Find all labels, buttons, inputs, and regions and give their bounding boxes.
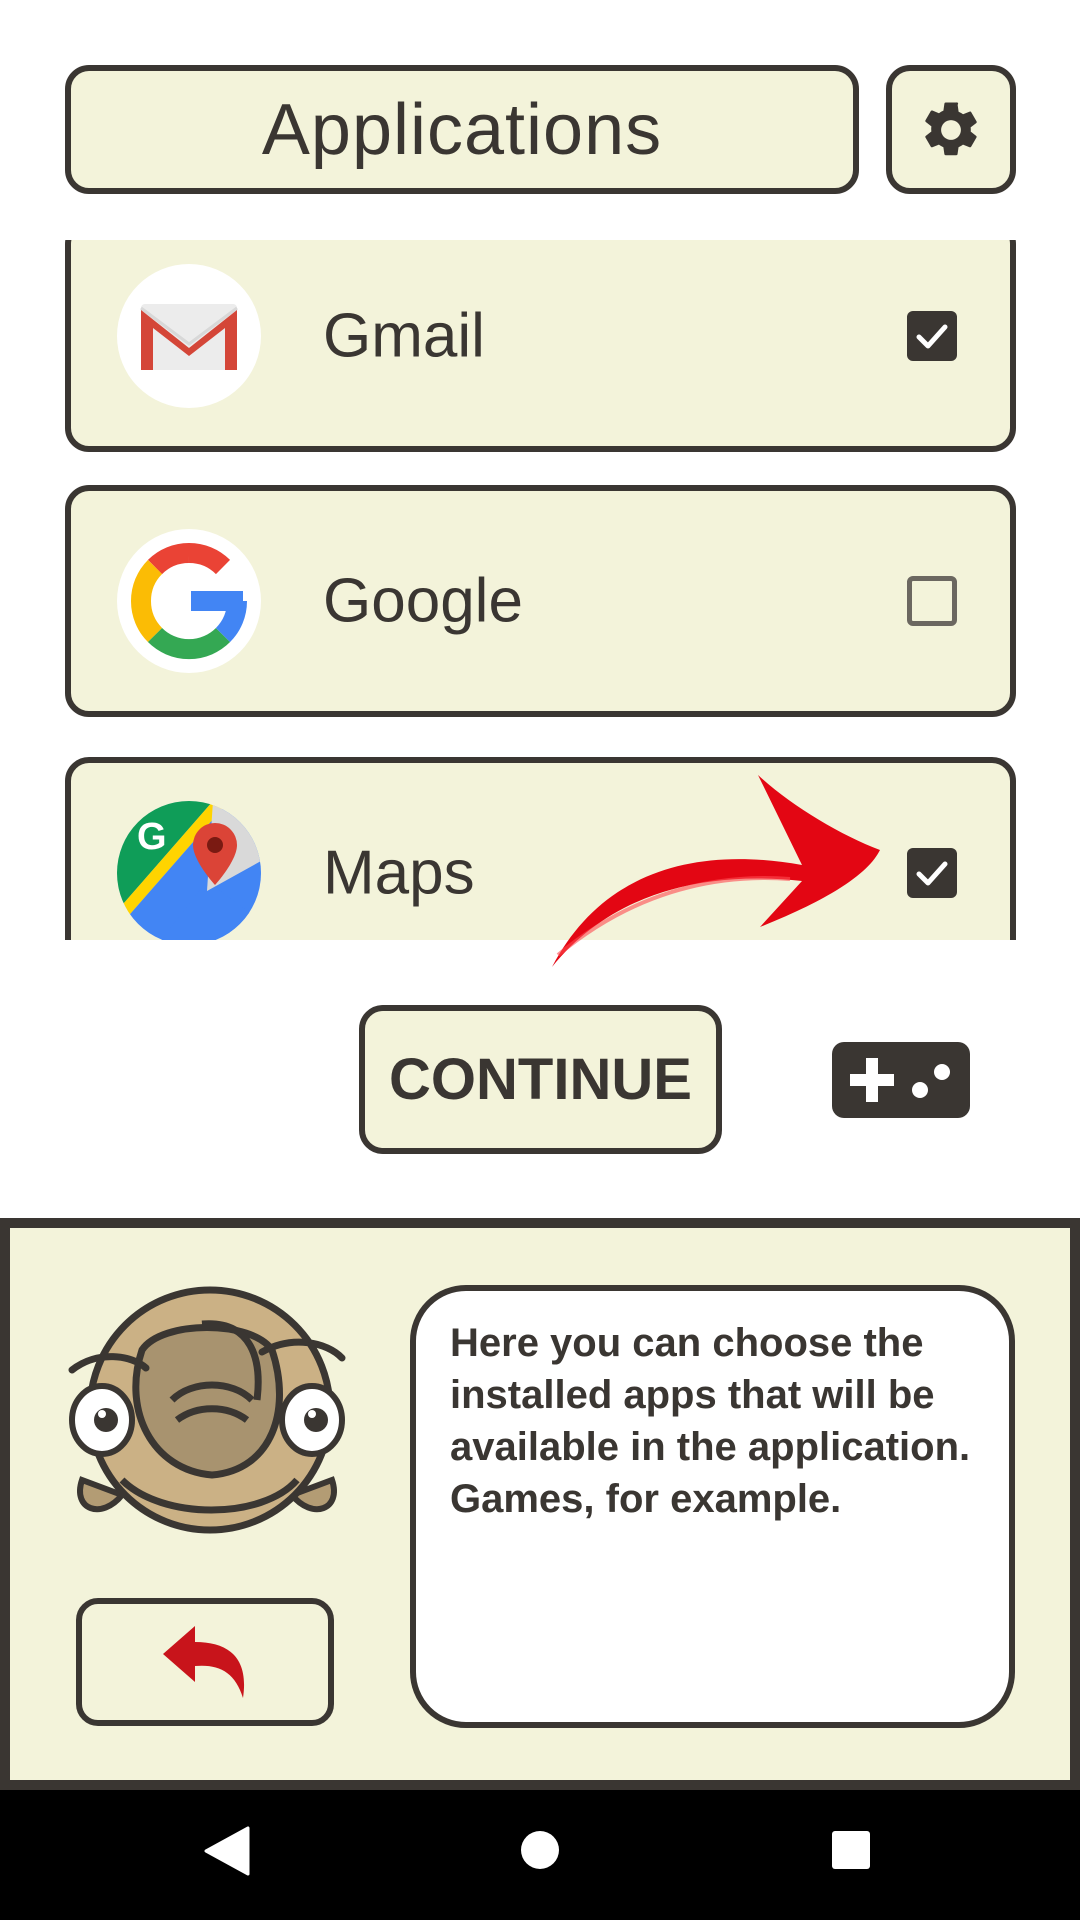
app-checkbox-maps[interactable] <box>907 848 957 898</box>
navigation-bar <box>0 1790 1080 1920</box>
nav-back-icon[interactable] <box>204 1826 250 1876</box>
gmail-icon <box>117 264 261 408</box>
app-row-google[interactable]: Google <box>65 485 1016 717</box>
gamepad-icon <box>832 1042 970 1118</box>
gamepad-button[interactable] <box>832 1042 970 1118</box>
app-name: Google <box>323 566 523 636</box>
mascot-image <box>68 1286 346 1534</box>
check-icon <box>916 861 948 886</box>
hint-speech-bubble: Here you can choose the installed apps t… <box>410 1285 1015 1728</box>
google-icon <box>117 529 261 673</box>
app-checkbox-gmail[interactable] <box>907 311 957 361</box>
nav-recents-icon[interactable] <box>831 1830 871 1870</box>
app-name: Gmail <box>323 301 485 371</box>
hint-arrow-icon <box>552 775 880 967</box>
app-row-gmail[interactable]: Gmail <box>65 240 1016 452</box>
nav-home-icon[interactable] <box>520 1830 560 1870</box>
app-name: Maps <box>323 838 475 908</box>
page-title-text: Applications <box>261 89 663 170</box>
gear-icon <box>925 101 977 155</box>
svg-text:G: G <box>137 816 167 858</box>
settings-button[interactable] <box>886 65 1016 194</box>
continue-button[interactable]: CONTINUE <box>359 1005 722 1154</box>
hint-text: Here you can choose the installed apps t… <box>450 1321 971 1521</box>
continue-label: CONTINUE <box>389 1047 692 1112</box>
app-checkbox-google[interactable] <box>907 576 957 626</box>
back-button[interactable] <box>76 1598 334 1726</box>
check-icon <box>916 324 948 349</box>
undo-arrow-icon <box>163 1626 245 1698</box>
page-title: Applications <box>65 65 859 194</box>
maps-icon: G <box>117 801 261 940</box>
